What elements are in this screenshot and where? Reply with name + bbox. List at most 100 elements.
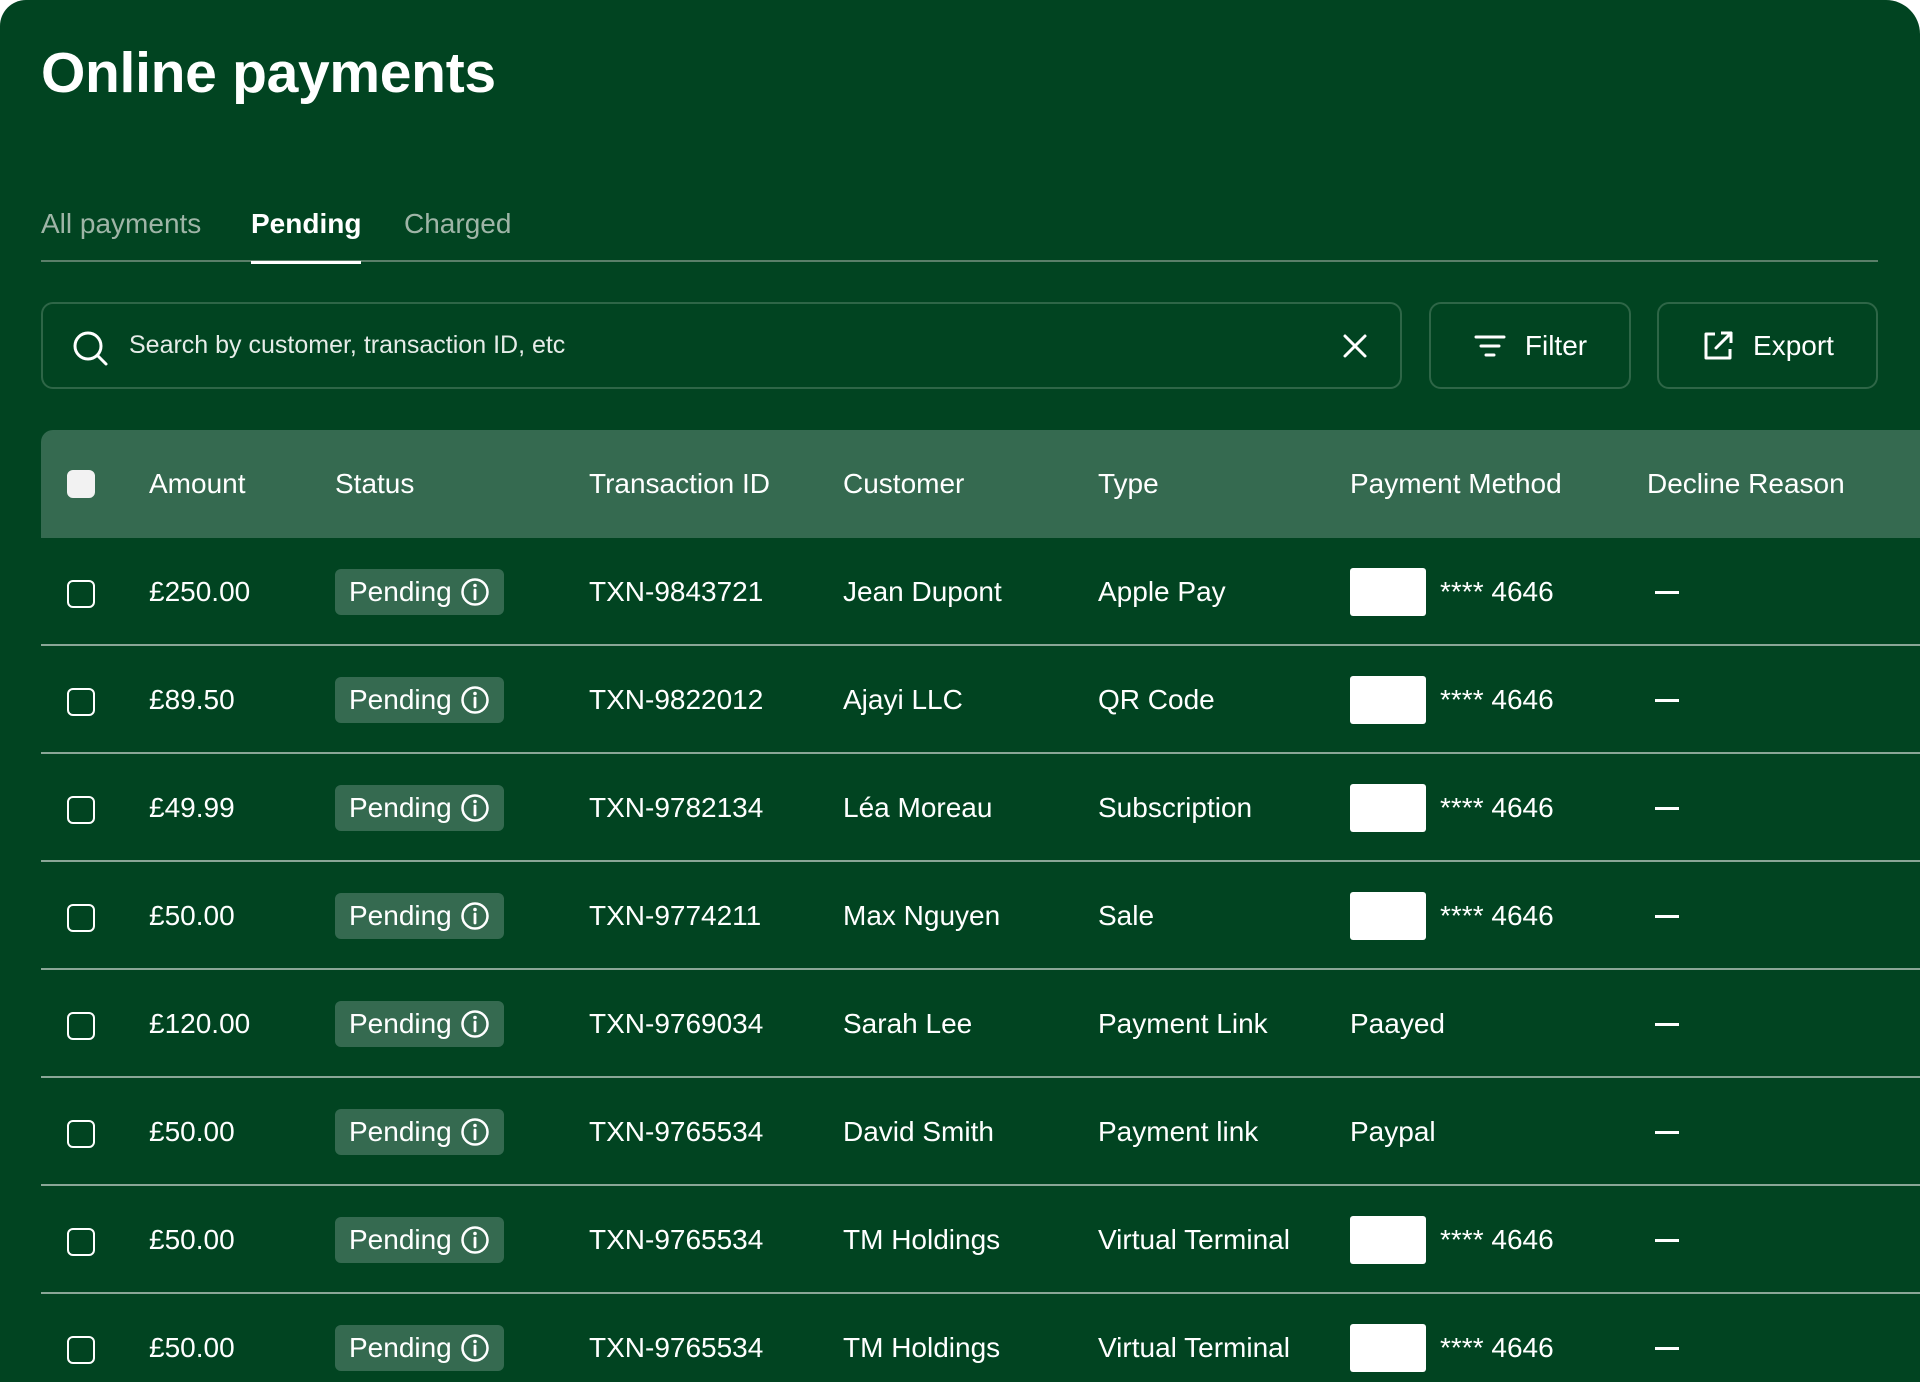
card-brand-logo: [1350, 568, 1426, 616]
column-header-payment-method[interactable]: Payment Method: [1350, 430, 1562, 538]
amount-cell: £50.00: [149, 1116, 235, 1147]
column-header-decline-reason[interactable]: Decline Reason: [1647, 430, 1845, 538]
table-row[interactable]: £49.99 Pending TXN-9782134 Léa Moreau Subscr…: [41, 754, 1920, 862]
table-row[interactable]: £89.50 Pending TXN-9822012 Ajayi LLC QR Code…: [41, 646, 1920, 754]
info-icon[interactable]: [460, 793, 490, 823]
status-cell: Pending: [335, 754, 504, 862]
status-badge: Pending: [335, 1325, 504, 1371]
amount-cell: £49.99: [149, 792, 235, 823]
payment-method-text: Paypal: [1350, 1116, 1436, 1147]
empty-dash: —: [1655, 806, 1679, 810]
customer-cell: TM Holdings: [843, 1224, 1001, 1255]
search-input[interactable]: [129, 304, 1279, 387]
status-label: Pending: [349, 1332, 452, 1363]
page-title: Online payments: [41, 41, 496, 105]
info-icon[interactable]: [460, 1333, 490, 1363]
amount-cell: £250.00: [149, 576, 251, 607]
decline-reason-cell: —: [1655, 862, 1679, 970]
customer-cell: Max Nguyen: [843, 900, 1001, 931]
status-cell: Pending: [335, 1078, 504, 1186]
table-row[interactable]: £50.00 Pending TXN-9774211 Max Nguyen Sale **…: [41, 862, 1920, 970]
column-header-type[interactable]: Type: [1098, 430, 1159, 538]
card-brand-logo: [1350, 892, 1426, 940]
table-row[interactable]: £120.00 Pending TXN-9769034 Sarah Lee Paymen…: [41, 970, 1920, 1078]
decline-reason-cell: —: [1655, 1294, 1679, 1382]
info-icon[interactable]: [460, 577, 490, 607]
row-checkbox[interactable]: [67, 688, 95, 716]
row-checkbox[interactable]: [67, 1120, 95, 1148]
transaction-id-cell: TXN-9765534: [589, 1332, 764, 1363]
payment-method-text: **** 4646: [1440, 576, 1554, 607]
status-label: Pending: [349, 792, 452, 823]
row-checkbox[interactable]: [67, 1336, 95, 1364]
decline-reason-cell: —: [1655, 754, 1679, 862]
status-label: Pending: [349, 1008, 452, 1039]
payment-method-text: Paayed: [1350, 1008, 1445, 1039]
empty-dash: —: [1655, 1346, 1679, 1350]
status-label: Pending: [349, 684, 452, 715]
table-row[interactable]: £50.00 Pending TXN-9765534 TM Holdings Virtu…: [41, 1294, 1920, 1382]
type-cell: Sale: [1098, 900, 1155, 931]
empty-dash: —: [1655, 590, 1679, 594]
status-cell: Pending: [335, 1294, 504, 1382]
status-cell: Pending: [335, 970, 504, 1078]
row-checkbox[interactable]: [67, 796, 95, 824]
row-checkbox[interactable]: [67, 1012, 95, 1040]
select-all-checkbox[interactable]: [67, 470, 95, 498]
row-checkbox[interactable]: [67, 580, 95, 608]
info-icon[interactable]: [460, 1117, 490, 1147]
payment-method-cell: **** 4646: [1350, 646, 1554, 754]
info-icon[interactable]: [460, 685, 490, 715]
status-badge: Pending: [335, 677, 504, 723]
filter-button[interactable]: Filter: [1429, 302, 1631, 389]
row-checkbox[interactable]: [67, 904, 95, 932]
payments-panel: Online payments All payments Pending Cha…: [0, 0, 1920, 1382]
customer-cell: Jean Dupont: [843, 576, 1002, 607]
type-cell: Payment Link: [1098, 1008, 1268, 1039]
payment-method-cell: **** 4646: [1350, 754, 1554, 862]
column-header-status[interactable]: Status: [335, 430, 414, 538]
status-label: Pending: [349, 1116, 452, 1147]
payment-method-text: **** 4646: [1440, 792, 1554, 823]
type-cell: Apple Pay: [1098, 576, 1226, 607]
type-cell: QR Code: [1098, 684, 1215, 715]
table-row[interactable]: £50.00 Pending TXN-9765534 David Smith Payme…: [41, 1078, 1920, 1186]
transaction-id-cell: TXN-9822012: [589, 684, 764, 715]
info-icon[interactable]: [460, 1009, 490, 1039]
payment-method-cell: **** 4646: [1350, 862, 1554, 970]
tab-all-payments[interactable]: All payments: [41, 208, 201, 262]
status-cell: Pending: [335, 538, 504, 646]
column-header-amount[interactable]: Amount: [149, 430, 246, 538]
status-label: Pending: [349, 900, 452, 931]
status-badge: Pending: [335, 1109, 504, 1155]
amount-cell: £89.50: [149, 684, 235, 715]
info-icon[interactable]: [460, 901, 490, 931]
customer-cell: Ajayi LLC: [843, 684, 963, 715]
tab-charged[interactable]: Charged: [404, 208, 511, 262]
type-cell: Subscription: [1098, 792, 1253, 823]
column-header-customer[interactable]: Customer: [843, 430, 964, 538]
status-badge: Pending: [335, 893, 504, 939]
card-brand-logo: [1350, 1324, 1426, 1372]
tab-bar: All payments Pending Charged: [41, 208, 1878, 264]
table-row[interactable]: £50.00 Pending TXN-9765534 TM Holdings Virtu…: [41, 1186, 1920, 1294]
status-badge: Pending: [335, 569, 504, 615]
table-header: Amount Status Transaction ID Customer Ty…: [41, 430, 1920, 538]
transaction-id-cell: TXN-9843721: [589, 576, 764, 607]
empty-dash: —: [1655, 1130, 1679, 1134]
export-button[interactable]: Export: [1657, 302, 1878, 389]
type-cell: Payment link: [1098, 1116, 1259, 1147]
payment-method-cell: **** 4646: [1350, 1186, 1554, 1294]
card-brand-logo: [1350, 784, 1426, 832]
row-checkbox[interactable]: [67, 1228, 95, 1256]
info-icon[interactable]: [460, 1225, 490, 1255]
payment-method-text: **** 4646: [1440, 1224, 1554, 1255]
decline-reason-cell: —: [1655, 1078, 1679, 1186]
table-row[interactable]: £250.00 Pending TXN-9843721 Jean Dupont Appl…: [41, 538, 1920, 646]
status-cell: Pending: [335, 646, 504, 754]
column-header-transaction-id[interactable]: Transaction ID: [589, 430, 770, 538]
status-cell: Pending: [335, 1186, 504, 1294]
amount-cell: £50.00: [149, 900, 235, 931]
close-icon[interactable]: [1340, 331, 1370, 361]
tab-pending[interactable]: Pending: [251, 208, 362, 264]
